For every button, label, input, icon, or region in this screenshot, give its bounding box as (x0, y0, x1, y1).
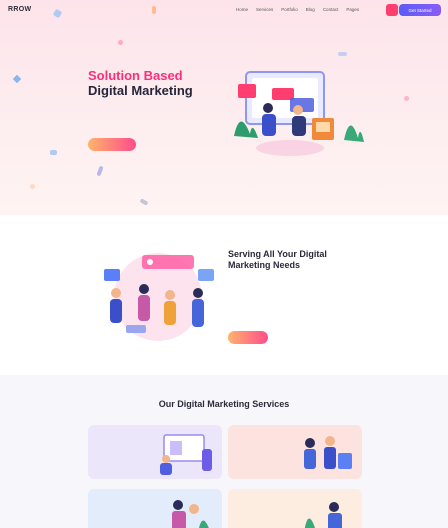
get-started-button[interactable]: Get Started (399, 4, 441, 16)
learn-more-button[interactable] (228, 331, 268, 344)
confetti-shape (50, 150, 57, 155)
hero-section: RROW Home Services Portfolio Blog Contac… (0, 0, 448, 215)
marketing-illustration-icon (172, 500, 209, 528)
team-illustration (104, 253, 214, 341)
confetti-shape (118, 40, 123, 45)
hero-cta-button[interactable] (88, 138, 136, 151)
nav-item-portfolio[interactable]: Portfolio (281, 7, 298, 12)
service-card[interactable] (228, 489, 362, 528)
nav-item-home[interactable]: Home (236, 7, 248, 12)
nav-item-services[interactable]: Services (256, 7, 273, 12)
confetti-shape (404, 96, 409, 101)
services-section: Our Digital Marketing Services (0, 375, 448, 528)
analytics-illustration-icon (160, 434, 212, 475)
service-card[interactable] (228, 425, 362, 479)
hero-title-accent: Solution Based (88, 68, 183, 83)
nav-item-blog[interactable]: Blog (306, 7, 315, 12)
confetti-shape (12, 74, 22, 84)
hero-illustration (234, 71, 364, 156)
service-card[interactable] (88, 425, 222, 479)
serving-section: Serving All Your Digital Marketing Needs (0, 215, 448, 375)
service-card[interactable] (88, 489, 222, 528)
confetti-shape (96, 165, 104, 177)
team-meeting-illustration-icon (304, 436, 352, 469)
cart-icon[interactable] (386, 4, 398, 16)
nav-item-pages[interactable]: Pages (346, 7, 359, 12)
hero-title: Digital Marketing (88, 83, 193, 98)
nav-menu: Home Services Portfolio Blog Contact Pag… (236, 7, 359, 12)
seo-illustration-icon (304, 502, 342, 528)
services-title: Our Digital Marketing Services (158, 399, 290, 409)
confetti-shape (139, 198, 149, 206)
nav-item-contact[interactable]: Contact (323, 7, 339, 12)
confetti-shape (30, 184, 35, 189)
brand-logo[interactable]: RROW (8, 6, 31, 13)
section-title: Serving All Your Digital Marketing Needs (228, 249, 327, 270)
confetti-shape (338, 52, 347, 56)
hero-text-block: Solution Based Digital Marketing (88, 68, 218, 107)
top-navbar: RROW Home Services Portfolio Blog Contac… (0, 0, 448, 22)
